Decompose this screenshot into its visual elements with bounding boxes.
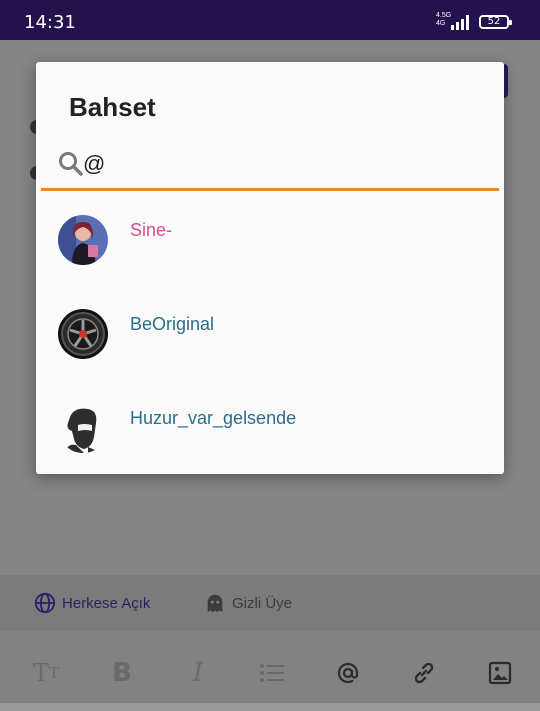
user-list-item[interactable]: Sine- (36, 192, 504, 286)
status-bar: 14:31 4.5G 4G 52 (0, 0, 540, 40)
search-underline (41, 188, 499, 191)
dialog-title: Bahset (69, 92, 156, 122)
globe-icon (34, 592, 56, 614)
mention-search-field[interactable] (41, 144, 499, 191)
network-type-bottom: 4G (436, 20, 446, 27)
ghost-icon (207, 594, 223, 613)
text-size-icon[interactable]: TT (32, 659, 60, 687)
privacy-hidden-label: Gizli Üye (232, 594, 293, 612)
privacy-public-label: Herkese Açık (62, 594, 151, 612)
italic-icon[interactable]: I (184, 658, 212, 688)
user-name: BeOriginal (130, 314, 215, 334)
user-list-item[interactable]: BeOriginal (36, 286, 504, 380)
user-name: Sine- (130, 220, 173, 240)
mention-icon[interactable] (334, 660, 362, 686)
battery-level: 52 (487, 16, 501, 27)
user-list-item[interactable]: Huzur_var_gelsende (36, 380, 504, 474)
car-wheel-avatar (58, 309, 108, 359)
link-icon[interactable] (410, 660, 438, 686)
user-name: Huzur_var_gelsende (130, 408, 297, 428)
mention-search-input[interactable] (83, 144, 483, 184)
bold-icon[interactable]: B (108, 658, 136, 688)
bearded-man-avatar (58, 403, 108, 453)
network-type-top: 4.5G (436, 12, 452, 19)
mention-dialog: Bahset Sine- (36, 62, 504, 474)
privacy-hidden-option[interactable]: Gizli Üye (204, 592, 292, 614)
search-icon (59, 152, 83, 176)
battery-icon: 52 (479, 15, 512, 29)
woman-photo-avatar (58, 215, 108, 265)
navigation-bar (0, 703, 540, 711)
list-icon[interactable] (258, 660, 286, 686)
image-icon[interactable] (486, 660, 514, 686)
privacy-public-option[interactable]: Herkese Açık (34, 592, 150, 614)
status-time: 14:31 (24, 12, 76, 33)
signal-icon (451, 15, 469, 30)
network-indicator: 4.5G 4G (436, 12, 451, 28)
